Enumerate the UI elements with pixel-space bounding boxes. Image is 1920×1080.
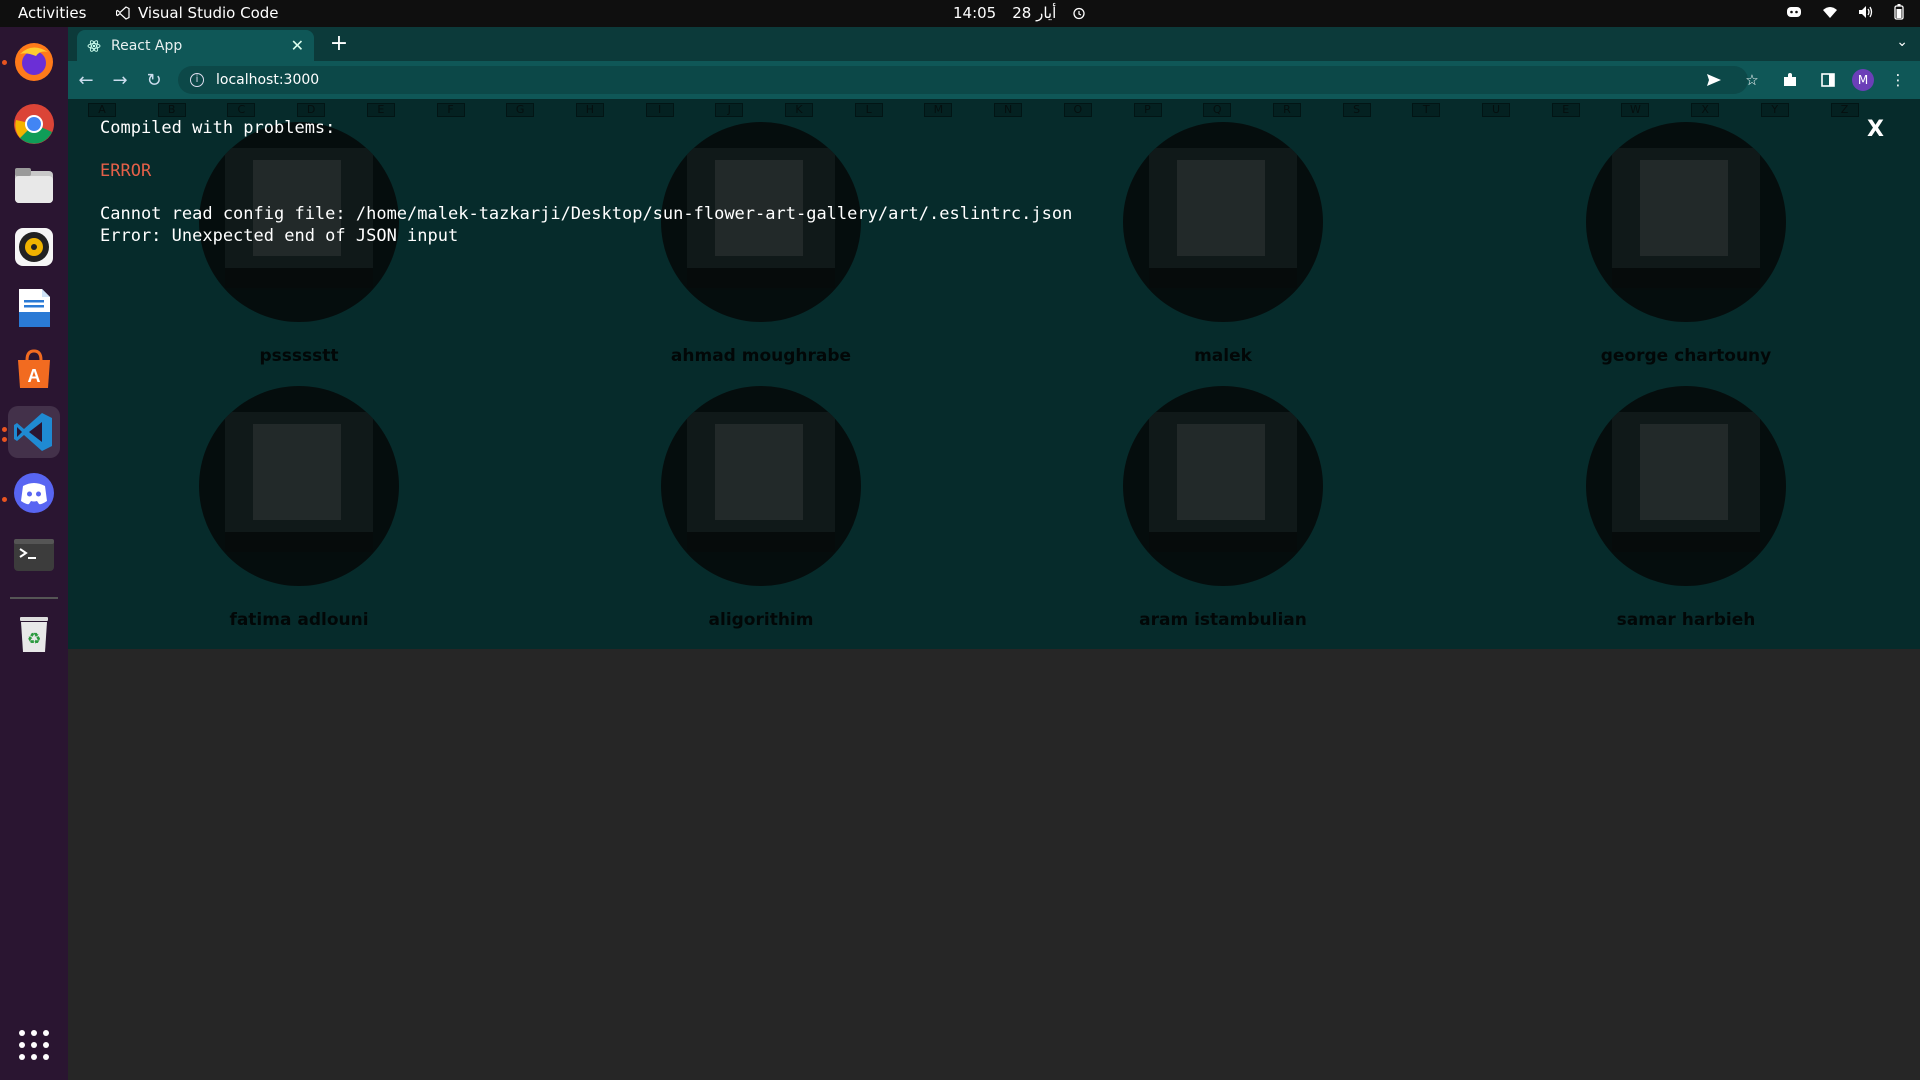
chrome-icon[interactable] <box>8 98 60 150</box>
side-panel-icon[interactable] <box>1814 66 1842 94</box>
clock-time: 14:05 <box>953 4 997 22</box>
dock: A ♻ <box>0 27 68 1080</box>
clock[interactable]: 14:05 28 أيار <box>953 4 1086 22</box>
extensions-puzzle-icon[interactable] <box>1776 66 1804 94</box>
trash-icon[interactable]: ♻ <box>8 607 60 659</box>
overlay-title: Compiled with problems: <box>100 118 336 138</box>
url-text: localhost:3000 <box>216 72 320 88</box>
address-bar[interactable]: i localhost:3000 <box>178 66 1748 94</box>
arrow-right-icon: → <box>112 69 128 91</box>
toolbar-actions: ☆ M ⋮ <box>1700 66 1912 94</box>
discord-icon[interactable] <box>8 467 60 519</box>
profile-avatar[interactable]: M <box>1852 69 1874 91</box>
wifi-icon[interactable] <box>1822 5 1838 19</box>
writer-icon[interactable] <box>8 282 60 334</box>
vscode-icon[interactable] <box>8 406 60 458</box>
app-menu[interactable]: Visual Studio Code <box>116 4 279 22</box>
firefox-icon[interactable] <box>8 36 60 88</box>
running-indicator <box>2 427 7 432</box>
alarm-icon <box>1073 7 1085 20</box>
bookmark-star-icon[interactable]: ☆ <box>1738 66 1766 94</box>
svg-text:A: A <box>28 366 41 386</box>
reload-icon: ↻ <box>146 69 162 91</box>
system-top-bar: Activities Visual Studio Code 14:05 28 أ… <box>0 0 1920 27</box>
browser-window: React App ✕ + ⌄ ← → ↻ i localhost:3000 ☆… <box>68 27 1920 1080</box>
kebab-menu-icon[interactable]: ⋮ <box>1884 66 1912 94</box>
error-message-line1: Cannot read config file: /home/malek-taz… <box>100 204 1073 224</box>
arrow-left-icon: ← <box>78 69 94 91</box>
reload-button[interactable]: ↻ <box>138 64 170 96</box>
back-button[interactable]: ← <box>70 64 102 96</box>
software-store-icon[interactable]: A <box>8 344 60 396</box>
site-info-icon[interactable]: i <box>190 73 204 87</box>
system-tray[interactable] <box>1786 4 1904 20</box>
terminal-icon[interactable] <box>8 529 60 581</box>
running-indicator <box>2 60 7 65</box>
tab-title: React App <box>111 37 183 54</box>
vscode-small-icon <box>116 6 130 20</box>
running-indicator <box>2 437 7 442</box>
tab-strip: React App ✕ + ⌄ <box>68 27 1920 61</box>
tab-close-icon[interactable]: ✕ <box>291 36 304 55</box>
tab-search-chevron-icon[interactable]: ⌄ <box>1896 34 1908 50</box>
dock-separator <box>10 597 58 599</box>
clock-date: 28 أيار <box>1012 4 1057 22</box>
error-overlay: Compiled with problems: ERROR Cannot rea… <box>68 99 1920 649</box>
forward-button[interactable]: → <box>104 64 136 96</box>
browser-toolbar: ← → ↻ i localhost:3000 ☆ M ⋮ <box>68 61 1920 99</box>
volume-icon[interactable] <box>1858 5 1874 19</box>
rhythmbox-icon[interactable] <box>8 221 60 273</box>
page-viewport: ABCDEFGHIJKLMNOPQRSTUEWXYZ pssssstt ahma… <box>68 99 1920 1080</box>
new-tab-button[interactable]: + <box>326 31 352 57</box>
battery-icon[interactable] <box>1894 4 1904 20</box>
running-indicator <box>2 497 7 502</box>
discord-tray-icon[interactable] <box>1786 6 1802 18</box>
activities-button[interactable]: Activities <box>18 4 86 22</box>
send-icon[interactable] <box>1700 66 1728 94</box>
error-message-line2: Error: Unexpected end of JSON input <box>100 226 459 246</box>
tab-react-app[interactable]: React App ✕ <box>77 30 314 61</box>
files-icon[interactable] <box>8 159 60 211</box>
app-name: Visual Studio Code <box>138 4 279 22</box>
react-favicon-icon <box>87 39 101 52</box>
overlay-close-button[interactable]: X <box>1867 117 1884 142</box>
error-label: ERROR <box>100 161 152 181</box>
svg-text:♻: ♻ <box>27 629 41 648</box>
show-apps-icon[interactable] <box>8 1019 60 1071</box>
